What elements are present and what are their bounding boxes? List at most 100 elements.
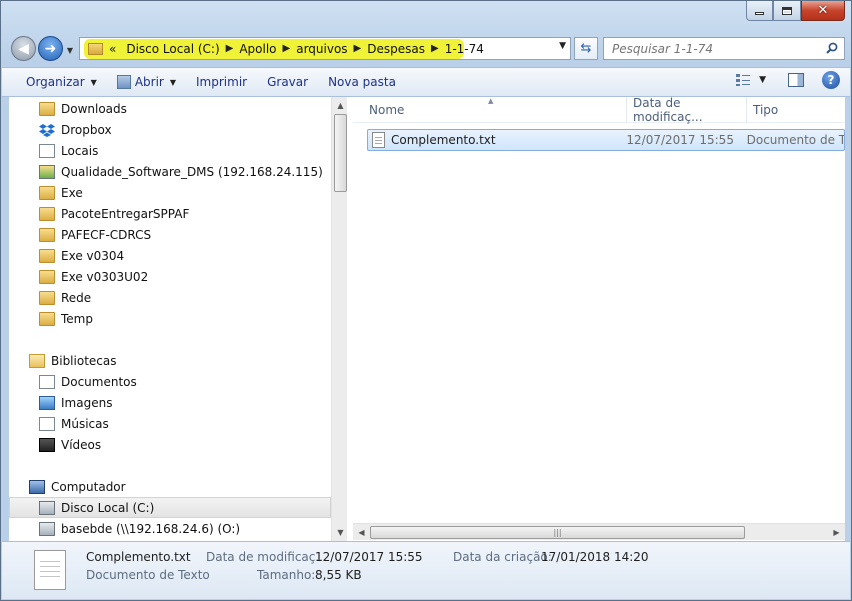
nav-item-label: Imagens	[61, 395, 113, 410]
nav-item-pafecf[interactable]: PAFECF-CDRCS	[9, 224, 331, 245]
local-disk-icon	[39, 500, 55, 515]
address-history-dropdown[interactable]: ▼	[559, 41, 566, 51]
file-row[interactable]: Complemento.txt 12/07/2017 15:55 Documen…	[367, 129, 845, 151]
preview-pane-icon[interactable]	[788, 73, 804, 87]
breadcrumb-item[interactable]: Apollo	[239, 42, 276, 56]
chevron-down-icon: ▼	[90, 77, 97, 87]
folder-icon	[39, 311, 55, 326]
details-created-label: Data da criação:	[453, 550, 552, 564]
back-button[interactable]: ◀	[11, 36, 36, 61]
breadcrumb-item[interactable]: Disco Local (C:)	[126, 42, 219, 56]
scroll-up-arrow[interactable]: ▲	[332, 97, 347, 114]
navigation-bar: ◀ ➜ ▼ « Disco Local (C:) ▶ Apollo ▶ arqu…	[9, 33, 845, 63]
address-bar[interactable]: « Disco Local (C:) ▶ Apollo ▶ arquivos ▶…	[79, 37, 571, 60]
forward-button[interactable]: ➜	[38, 36, 63, 61]
details-size-value: 8,55 KB	[315, 568, 362, 582]
open-icon	[116, 75, 131, 89]
nav-item-disco-local[interactable]: Disco Local (C:)	[9, 497, 331, 518]
folder-icon	[39, 227, 55, 242]
nav-item-label: Temp	[61, 311, 93, 326]
nav-item-label: Rede	[61, 290, 92, 305]
details-modified-label: Data de modificaç...	[206, 550, 327, 564]
column-header-name[interactable]: Nome ▲	[353, 97, 627, 123]
sort-ascending-icon: ▲	[488, 97, 494, 105]
minimize-button[interactable]	[746, 1, 773, 21]
toolbar-right: ▼ ?	[735, 71, 840, 89]
nav-item-dropbox[interactable]: Dropbox	[9, 119, 331, 140]
nav-item-pacote[interactable]: PacoteEntregarSPPAF	[9, 203, 331, 224]
chevron-down-icon: ▼	[66, 45, 74, 55]
column-header-type[interactable]: Tipo	[747, 97, 845, 123]
nav-item-label: Disco Local (C:)	[61, 500, 155, 515]
nav-item-musicas[interactable]: Músicas	[9, 413, 331, 434]
nav-item-libraries[interactable]: Bibliotecas	[9, 350, 331, 371]
file-name-cell: Complemento.txt	[368, 132, 626, 148]
change-view-icon[interactable]	[735, 73, 751, 87]
nav-item-temp[interactable]: Temp	[9, 308, 331, 329]
nav-item-documentos[interactable]: Documentos	[9, 371, 331, 392]
nav-item-exe[interactable]: Exe	[9, 182, 331, 203]
folder-icon	[39, 269, 55, 284]
libraries-icon	[29, 353, 45, 368]
breadcrumb-item[interactable]: Despesas	[367, 42, 425, 56]
nav-item-label: Exe v0304	[61, 248, 125, 263]
scrollbar-thumb[interactable]	[334, 114, 347, 192]
nav-item-exe-v0303u02[interactable]: Exe v0303U02	[9, 266, 331, 287]
nav-item-label: Computador	[51, 479, 126, 494]
filelist-horizontal-scrollbar[interactable]: ◀ ||| ▶	[353, 523, 845, 540]
scroll-right-arrow[interactable]: ▶	[828, 524, 845, 541]
details-filename: Complemento.txt	[86, 550, 191, 564]
search-icon[interactable]	[826, 42, 838, 54]
details-modified-value: 12/07/2017 15:55	[315, 550, 423, 564]
content-area: Downloads Dropbox Locais Qualidade_Softw…	[9, 96, 845, 541]
nav-item-computer[interactable]: Computador	[9, 476, 331, 497]
breadcrumb-item[interactable]: arquivos	[296, 42, 347, 56]
folder-icon	[39, 290, 55, 305]
scroll-down-arrow[interactable]: ▼	[332, 524, 347, 541]
search-input[interactable]	[612, 41, 812, 56]
recent-locations-button[interactable]: ▼	[65, 45, 75, 55]
print-button[interactable]: Imprimir	[186, 70, 257, 94]
breadcrumb-overflow[interactable]: «	[109, 42, 116, 56]
breadcrumb-item[interactable]: 1-1-74	[445, 42, 484, 56]
chevron-right-icon[interactable]: ▶	[354, 43, 362, 54]
nav-item-imagens[interactable]: Imagens	[9, 392, 331, 413]
scroll-left-arrow[interactable]: ◀	[353, 524, 370, 541]
chevron-right-icon[interactable]: ▶	[283, 43, 291, 54]
organize-button[interactable]: Organizar ▼	[16, 70, 107, 94]
explorer-window: ✕ ◀ ➜ ▼ « Disco Local (C:) ▶ Apollo ▶ ar…	[0, 0, 852, 601]
chevron-right-icon[interactable]: ▶	[431, 43, 439, 54]
command-bar: Organizar ▼ Abrir ▼ Imprimir Gravar Nova…	[2, 67, 850, 97]
nav-item-label: basebde (\\192.168.24.6) (O:)	[61, 521, 241, 536]
details-size-label: Tamanho:	[257, 568, 316, 582]
new-folder-button[interactable]: Nova pasta	[318, 70, 406, 94]
nav-item-videos[interactable]: Vídeos	[9, 434, 331, 455]
nav-item-rede[interactable]: Rede	[9, 287, 331, 308]
burn-button[interactable]: Gravar	[257, 70, 318, 94]
window-controls: ✕	[746, 1, 845, 22]
nav-item-label: Exe v0303U02	[61, 269, 149, 284]
nav-item-basebde[interactable]: basebde (\\192.168.24.6) (O:)	[9, 518, 331, 539]
chevron-right-icon[interactable]: ▶	[226, 43, 234, 54]
close-icon: ✕	[817, 3, 829, 18]
maximize-button[interactable]	[773, 1, 801, 21]
column-header-date[interactable]: Data de modificaç...	[627, 96, 747, 124]
nav-item-label: PAFECF-CDRCS	[61, 227, 152, 242]
nav-item-locais[interactable]: Locais	[9, 140, 331, 161]
nav-item-downloads[interactable]: Downloads	[9, 98, 331, 119]
nav-item-label: Vídeos	[61, 437, 102, 452]
scrollbar-thumb[interactable]: |||	[370, 526, 745, 539]
dropbox-icon	[39, 123, 55, 137]
details-filetype: Documento de Texto	[86, 568, 210, 582]
open-button[interactable]: Abrir ▼	[107, 70, 186, 94]
nav-item-qualidade-software[interactable]: Qualidade_Software_DMS (192.168.24.115)	[9, 161, 331, 182]
view-options-dropdown[interactable]: ▼	[759, 75, 766, 85]
navpane-scrollbar[interactable]: ▲ ▼	[331, 97, 347, 541]
close-button[interactable]: ✕	[801, 1, 845, 21]
nav-item-label: Qualidade_Software_DMS (192.168.24.115)	[61, 164, 323, 179]
nav-item-exe-v0304[interactable]: Exe v0304	[9, 245, 331, 266]
back-arrow-icon: ◀	[18, 40, 29, 57]
refresh-button[interactable]: ⇆	[574, 37, 598, 60]
help-icon[interactable]: ?	[822, 71, 840, 89]
text-file-large-icon	[34, 550, 66, 590]
